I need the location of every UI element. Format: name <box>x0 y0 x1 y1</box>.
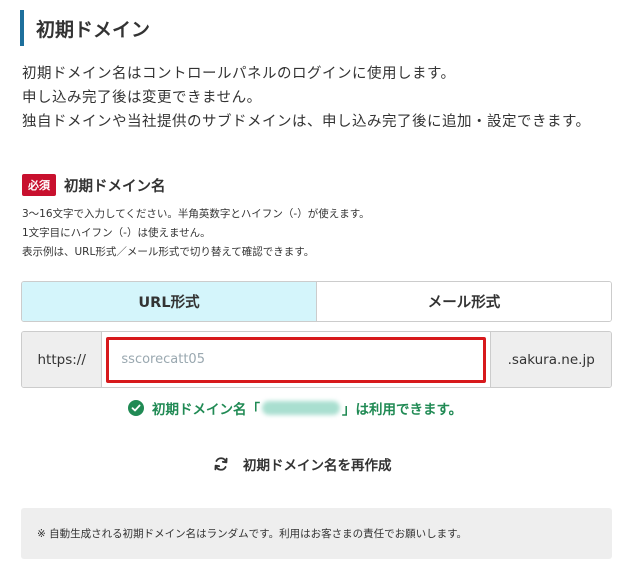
help-line: 表示例は、URL形式／メール形式で切り替えて確認できます。 <box>22 246 315 258</box>
field-help: 3〜16文字で入力してください。半角英数字とハイフン（-）が使えます。 1文字目… <box>22 205 612 262</box>
intro-line: 初期ドメイン名はコントロールパネルのログインに使用します。 <box>22 66 456 82</box>
domain-field-label: 必須 初期ドメイン名 <box>22 174 166 196</box>
availability-suffix: 」は利用できます。 <box>342 402 463 418</box>
domain-input-row: https:// .sakura.ne.jp <box>21 331 612 388</box>
availability-message: 初期ドメイン名「 」は利用できます。 <box>128 398 462 418</box>
help-line: 1文字目にハイフン（-）は使えません。 <box>22 227 211 239</box>
help-line: 3〜16文字で入力してください。半角英数字とハイフン（-）が使えます。 <box>22 208 370 220</box>
tab-url-format[interactable]: URL形式 <box>22 282 317 321</box>
intro-text: 初期ドメイン名はコントロールパネルのログインに使用します。 申し込み完了後は変更… <box>22 62 612 134</box>
input-wrapper <box>102 332 490 387</box>
domain-suffix: .sakura.ne.jp <box>490 332 611 387</box>
regenerate-label: 初期ドメイン名を再作成 <box>243 458 392 474</box>
intro-line: 申し込み完了後は変更できません。 <box>22 90 262 106</box>
blurred-domain-name <box>262 401 340 415</box>
check-circle-icon <box>128 400 144 416</box>
url-prefix: https:// <box>22 332 103 387</box>
notice-text: ※ 自動生成される初期ドメイン名はランダムです。利用はお客さまの責任でお願いしま… <box>37 528 468 540</box>
section-title: 初期ドメイン <box>36 18 151 41</box>
intro-line: 独自ドメインや当社提供のサブドメインは、申し込み完了後に追加・設定できます。 <box>22 114 591 130</box>
regenerate-button[interactable]: 初期ドメイン名を再作成 <box>213 452 392 476</box>
heading-accent-bar <box>20 10 24 46</box>
random-name-notice: ※ 自動生成される初期ドメイン名はランダムです。利用はお客さまの責任でお願いしま… <box>21 508 612 559</box>
required-badge: 必須 <box>22 174 56 196</box>
section-heading: 初期ドメイン <box>20 10 150 46</box>
format-tabs: URL形式 メール形式 <box>21 281 612 322</box>
refresh-icon <box>214 457 228 471</box>
availability-prefix: 初期ドメイン名「 <box>152 402 260 418</box>
domain-name-input[interactable] <box>106 336 487 383</box>
field-label-text: 初期ドメイン名 <box>64 178 166 195</box>
tab-mail-format[interactable]: メール形式 <box>317 282 611 321</box>
